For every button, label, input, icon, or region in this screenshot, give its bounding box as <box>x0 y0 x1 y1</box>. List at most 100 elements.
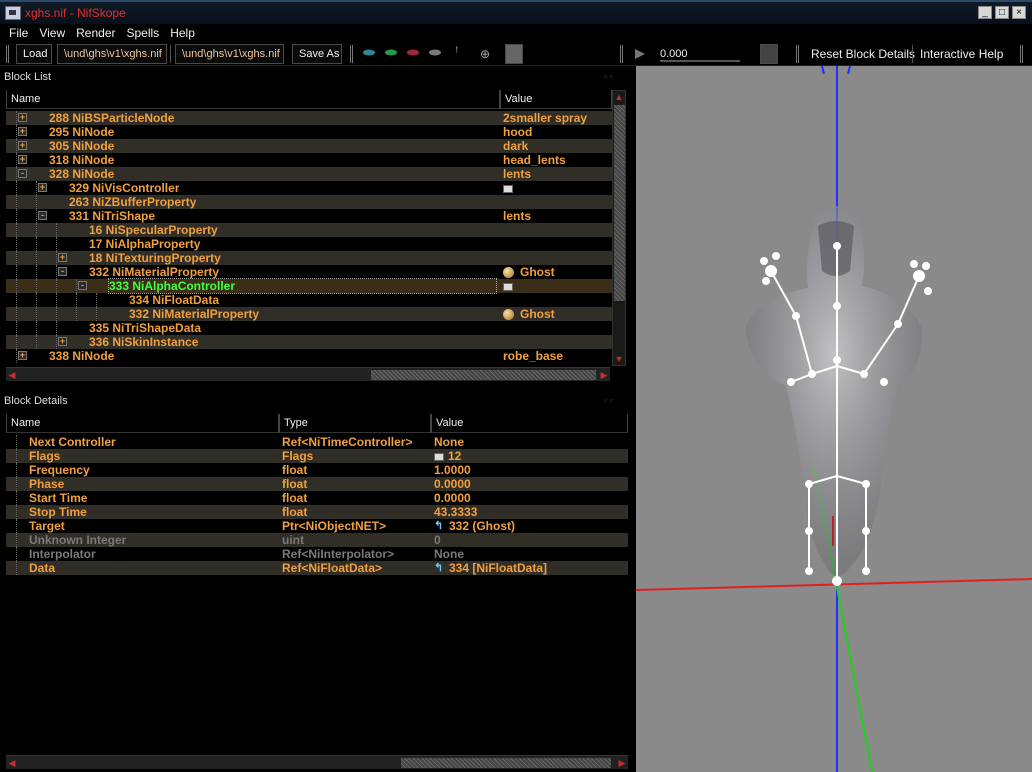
detail-value[interactable]: 12 <box>434 449 626 463</box>
toolbar-grip[interactable] <box>620 45 623 63</box>
scroll-left-icon[interactable]: ◀ <box>6 369 18 381</box>
close-button[interactable]: × <box>1012 6 1026 19</box>
tree-row[interactable]: +288 NiBSParticleNode 2smaller spray <box>6 111 612 125</box>
detail-value[interactable]: 0 <box>434 533 626 547</box>
tree-row[interactable]: +338 NiNode robe_base <box>6 349 612 363</box>
expand-icon[interactable]: + <box>38 183 47 192</box>
view-walk-icon[interactable] <box>362 48 376 57</box>
expand-icon[interactable]: + <box>58 337 67 346</box>
tree-row[interactable]: +295 NiNode hood <box>6 125 612 139</box>
detail-value[interactable]: 0.0000 <box>434 491 626 505</box>
tree-row[interactable]: - 331 NiTriShape lents <box>6 209 612 223</box>
detail-row[interactable]: Data Ref<NiFloatData> ↰ 334 [NiFloatData] <box>6 561 628 575</box>
detail-row[interactable]: Stop Time float 43.3333 <box>6 505 628 519</box>
detail-value[interactable]: 1.0000 <box>434 463 626 477</box>
view-side-icon[interactable] <box>428 48 442 57</box>
view-front-icon[interactable] <box>406 48 420 57</box>
menu-help[interactable]: Help <box>170 26 195 40</box>
detail-row[interactable]: Interpolator Ref<NiInterpolator> None <box>6 547 628 561</box>
detail-value[interactable]: None <box>434 547 626 561</box>
scroll-left-icon[interactable]: ◀ <box>6 757 18 769</box>
expand-icon[interactable]: + <box>18 351 27 360</box>
detail-value[interactable]: 43.3333 <box>434 505 626 519</box>
detail-row[interactable]: Flags Flags 12 <box>6 449 628 463</box>
reset-block-details-button[interactable]: Reset Block Details <box>811 44 915 64</box>
menu-render[interactable]: Render <box>76 26 115 40</box>
column-value[interactable]: Value <box>431 414 628 433</box>
toolbar-grip[interactable] <box>796 45 799 63</box>
tree-row[interactable]: - 332 NiMaterialProperty Ghost <box>6 265 612 279</box>
tree-row[interactable]: 263 NiZBufferProperty <box>6 195 612 209</box>
scroll-right-icon[interactable]: ▶ <box>598 369 610 381</box>
interactive-help-button[interactable]: Interactive Help <box>920 44 1003 64</box>
expand-icon[interactable]: + <box>58 253 67 262</box>
minimize-button[interactable]: _ <box>978 6 992 19</box>
save-path-field[interactable]: \und\ghs\v1\xghs.nif <box>175 44 284 64</box>
block-list-vscrollbar[interactable]: ▲ ▼ <box>612 90 626 366</box>
view-top-icon[interactable] <box>384 48 398 57</box>
scroll-thumb[interactable] <box>614 105 625 301</box>
scroll-thumb[interactable] <box>371 370 596 380</box>
toolbar-grip[interactable] <box>1020 45 1023 63</box>
load-button[interactable]: Load <box>16 44 52 64</box>
detail-value[interactable]: None <box>434 435 626 449</box>
menu-file[interactable]: File <box>9 26 28 40</box>
detail-row[interactable]: Start Time float 0.0000 <box>6 491 628 505</box>
tree-row[interactable]: +318 NiNode head_lents <box>6 153 612 167</box>
collapse-icon[interactable]: - <box>38 211 47 220</box>
panel-splitter[interactable] <box>0 381 630 393</box>
column-name[interactable]: Name <box>6 414 279 433</box>
loop-icon[interactable] <box>760 44 778 64</box>
menu-view[interactable]: View <box>39 26 65 40</box>
tree-row[interactable]: 332 NiMaterialProperty Ghost <box>6 307 612 321</box>
tree-row[interactable]: - 328 NiNode lents <box>6 167 612 181</box>
maximize-button[interactable]: □ <box>995 6 1009 19</box>
load-path-field[interactable]: \und\ghs\v1\xghs.nif <box>57 44 167 64</box>
detail-row[interactable]: Phase float 0.0000 <box>6 477 628 491</box>
scroll-up-icon[interactable]: ▲ <box>613 91 625 103</box>
block-list-hscrollbar[interactable]: ◀ ▶ <box>6 367 610 381</box>
tree-row[interactable]: 334 NiFloatData <box>6 293 612 307</box>
walk-mode-icon[interactable]: ꜝ <box>455 44 458 64</box>
tree-row[interactable]: +18 NiTexturingProperty <box>6 251 612 265</box>
detail-row[interactable]: Unknown Integer uint 0 <box>6 533 628 547</box>
tree-row[interactable]: +305 NiNode dark <box>6 139 612 153</box>
menu-spells[interactable]: Spells <box>127 26 160 40</box>
play-icon[interactable] <box>634 48 646 60</box>
tree-row[interactable]: +329 NiVisController <box>6 181 612 195</box>
tree-row[interactable]: +336 NiSkinInstance <box>6 335 612 349</box>
save-as-button[interactable]: Save As <box>292 44 342 64</box>
render-viewport[interactable] <box>636 66 1032 772</box>
detail-value[interactable]: ↰ 332 (Ghost) <box>434 519 626 533</box>
collapse-icon[interactable]: - <box>58 267 67 276</box>
detail-row[interactable]: Next Controller Ref<NiTimeController> None <box>6 435 628 449</box>
scroll-thumb[interactable] <box>401 758 611 768</box>
toolbar-grip[interactable] <box>6 45 9 63</box>
axis-toggle-icon[interactable]: ⊕ <box>480 44 490 64</box>
tree-row[interactable]: 17 NiAlphaProperty <box>6 237 612 251</box>
tree-row[interactable]: - 333 NiAlphaController <box>6 278 612 294</box>
expand-icon[interactable]: + <box>18 113 27 122</box>
detail-value[interactable]: 0.0000 <box>434 477 626 491</box>
dock-buttons[interactable]: ▫ ▫ <box>604 395 613 405</box>
collapse-icon[interactable]: - <box>78 281 87 290</box>
column-type[interactable]: Type <box>279 414 431 433</box>
detail-row[interactable]: Frequency float 1.0000 <box>6 463 628 477</box>
detail-value[interactable]: ↰ 334 [NiFloatData] <box>434 561 626 575</box>
expand-icon[interactable]: + <box>18 141 27 150</box>
tree-row[interactable]: 335 NiTriShapeData <box>6 321 612 335</box>
expand-icon[interactable]: + <box>18 155 27 164</box>
tree-row[interactable]: 16 NiSpecularProperty <box>6 223 612 237</box>
time-slider[interactable] <box>660 60 740 62</box>
collapse-icon[interactable]: - <box>18 169 27 178</box>
dock-buttons[interactable]: ▫ ▫ <box>604 71 613 81</box>
render-options-icon[interactable] <box>505 44 523 64</box>
column-name[interactable]: Name <box>6 90 500 109</box>
block-details-hscrollbar[interactable]: ◀ ▶ <box>6 755 628 769</box>
column-value[interactable]: Value <box>500 90 612 109</box>
toolbar-grip[interactable] <box>350 45 353 63</box>
scroll-right-icon[interactable]: ▶ <box>616 757 628 769</box>
detail-row[interactable]: Target Ptr<NiObjectNET> ↰ 332 (Ghost) <box>6 519 628 533</box>
expand-icon[interactable]: + <box>18 127 27 136</box>
scroll-down-icon[interactable]: ▼ <box>613 353 625 365</box>
